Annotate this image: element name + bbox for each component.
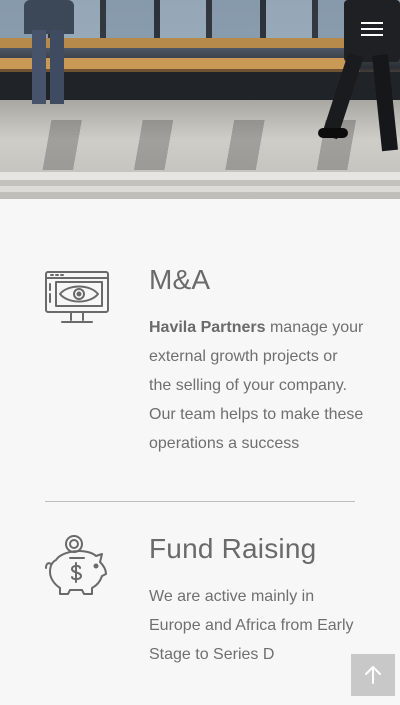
hero-image: [0, 0, 400, 199]
company-name: Havila Partners: [149, 319, 266, 336]
service-description: Havila Partners manage your external gro…: [149, 313, 364, 458]
floor-stripe: [0, 172, 400, 180]
divider: [45, 501, 355, 502]
hamburger-icon[interactable]: [358, 18, 386, 42]
service-title: Fund Raising: [149, 533, 317, 564]
standing-person: [24, 0, 74, 106]
description-text: manage your external growth projects or …: [149, 319, 364, 452]
scroll-to-top-button[interactable]: [351, 654, 395, 696]
monitor-eye-icon: [44, 264, 110, 335]
piggy-bank-icon: [44, 534, 110, 603]
floor-stripe-2: [0, 186, 400, 192]
service-title: M&A: [149, 264, 211, 295]
arrow-up-icon: [365, 666, 381, 684]
service-description: We are active mainly in Europe and Afric…: [149, 588, 354, 663]
